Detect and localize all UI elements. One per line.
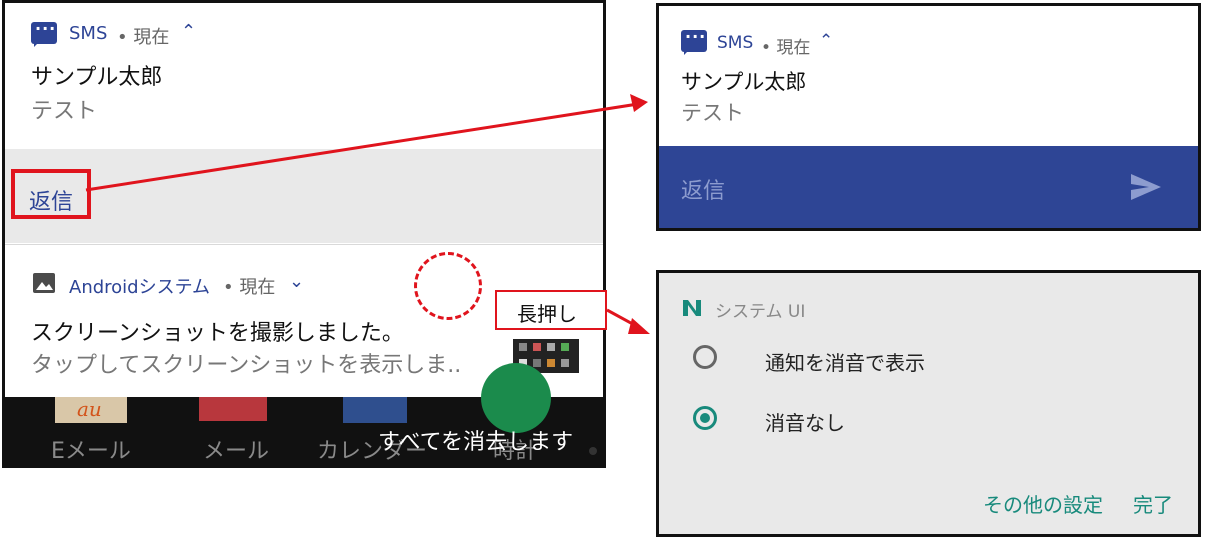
reply-input-bar[interactable]: 返信 <box>659 146 1198 228</box>
system-ui-n-icon <box>683 300 701 316</box>
arrowhead-reply <box>630 94 648 112</box>
reply-input[interactable]: 返信 <box>681 173 725 205</box>
radio-no-silence[interactable] <box>693 406 717 430</box>
dialog-app-label: システム UI <box>715 302 806 322</box>
notification-title: サンプル太郎 <box>681 70 807 94</box>
expanded-sms-notification: SMS • 現在 ⌃ サンプル太郎 テスト 返信 <box>656 3 1201 231</box>
send-icon[interactable] <box>1129 172 1163 202</box>
notification-app-name: SMS <box>717 33 754 53</box>
radio-silent-display[interactable] <box>693 345 717 369</box>
expand-chevron-icon[interactable]: ⌃ <box>819 31 833 51</box>
notification-body: テスト <box>681 101 744 125</box>
done-button[interactable]: 完了 <box>1133 489 1173 518</box>
notification-time: • 現在 <box>761 38 811 58</box>
arrow-to-reply <box>85 102 639 192</box>
notification-settings-dialog: システム UI 通知を消音で表示 消音なし その他の設定 完了 <box>656 270 1201 537</box>
option-label-silent-display[interactable]: 通知を消音で表示 <box>765 347 925 376</box>
radio-selected-dot <box>700 413 710 423</box>
option-label-no-silence[interactable]: 消音なし <box>765 407 845 436</box>
arrowhead-settings <box>628 318 650 334</box>
more-settings-button[interactable]: その他の設定 <box>983 489 1103 518</box>
sms-app-icon <box>681 27 707 55</box>
